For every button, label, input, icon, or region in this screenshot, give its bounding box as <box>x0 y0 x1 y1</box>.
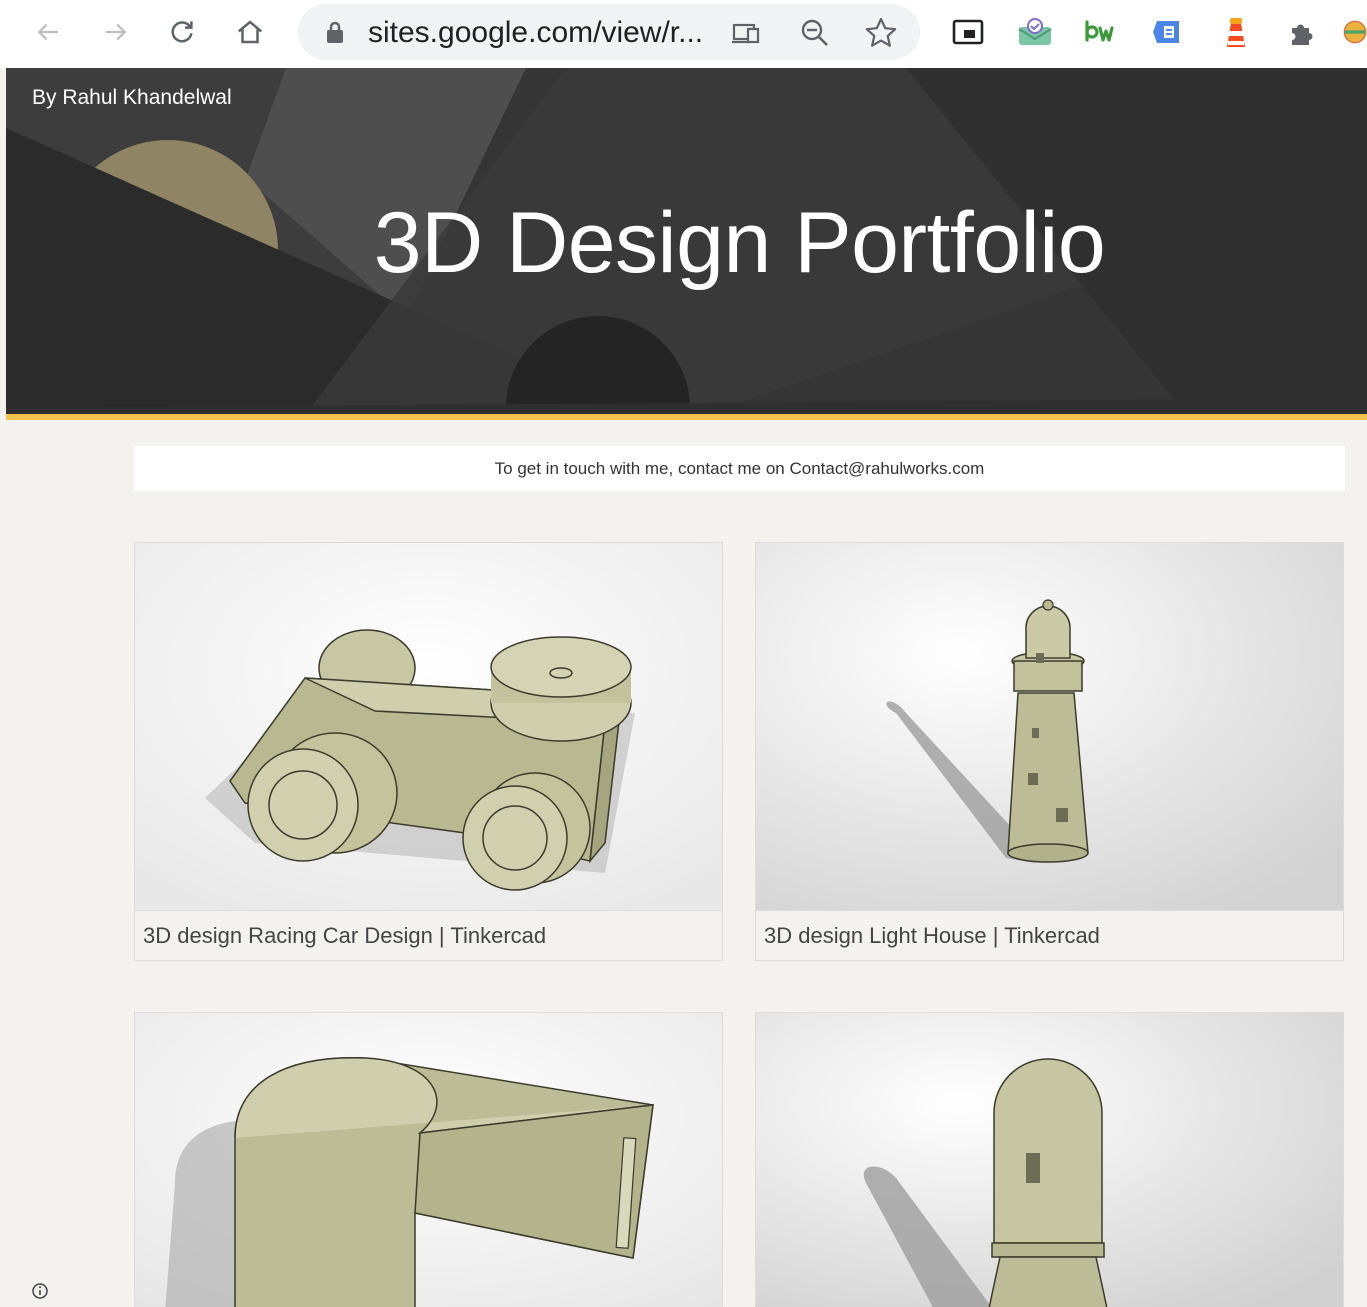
reload-icon <box>171 21 193 43</box>
bw-icon <box>1085 20 1114 42</box>
lighthouse-icon <box>1227 18 1245 47</box>
extensions-menu-button[interactable] <box>1285 14 1321 50</box>
contact-banner: To get in touch with me, contact me on C… <box>134 446 1345 491</box>
reload-button[interactable] <box>160 10 204 54</box>
racing-car-image[interactable] <box>135 543 722 910</box>
envelope-check-icon <box>1018 18 1052 45</box>
whistle-model <box>135 1013 722 1307</box>
whistle-image[interactable] <box>135 1013 722 1307</box>
portfolio-card-light-house[interactable]: 3D design Light House | Tinkercad <box>755 542 1344 961</box>
extension-reader-button[interactable] <box>1150 14 1186 50</box>
zoom-out-icon[interactable] <box>798 16 832 50</box>
portfolio-card-racing-car[interactable]: 3D design Racing Car Design | Tinkercad <box>134 542 723 961</box>
reader-icon <box>1153 21 1179 43</box>
extension-icon <box>1292 24 1313 45</box>
extension-meet-button[interactable] <box>1017 14 1053 50</box>
home-icon <box>237 20 263 44</box>
forward-icon <box>106 23 127 41</box>
lighthouse-detail-model <box>756 1013 1343 1307</box>
lock-icon <box>327 21 343 43</box>
info-icon[interactable] <box>30 1281 50 1301</box>
accent-divider <box>6 414 1367 420</box>
extension-lighthouse-button[interactable] <box>1218 14 1254 50</box>
light-house-model <box>756 543 1343 910</box>
browser-toolbar: sites.google.com/view/r... <box>0 0 1367 68</box>
light-house-image[interactable] <box>756 543 1343 910</box>
page-title: 3D Design Portfolio <box>373 195 1106 291</box>
cast-icon[interactable] <box>730 16 764 50</box>
avatar-icon <box>1343 20 1367 44</box>
forward-button[interactable] <box>94 10 138 54</box>
lighthouse-detail-image[interactable] <box>756 1013 1343 1307</box>
racing-car-model <box>135 543 722 910</box>
card-caption[interactable]: 3D design Light House | Tinkercad <box>756 910 1343 960</box>
home-button[interactable] <box>228 10 272 54</box>
profile-avatar[interactable] <box>1343 14 1367 50</box>
hero-banner: By Rahul Khandelwal 3D Design Portfolio <box>6 68 1367 414</box>
portfolio-card-whistle[interactable] <box>134 1012 723 1307</box>
hero-author: By Rahul Khandelwal <box>32 86 232 109</box>
url-text: sites.google.com/view/r... <box>368 16 704 49</box>
picture-in-picture-button[interactable] <box>950 14 986 50</box>
card-caption[interactable]: 3D design Racing Car Design | Tinkercad <box>135 910 722 960</box>
extension-bw-button[interactable] <box>1083 14 1119 50</box>
picture-in-picture-icon <box>952 19 984 45</box>
back-button[interactable] <box>26 10 70 54</box>
address-bar[interactable]: sites.google.com/view/r... <box>298 4 920 60</box>
back-icon <box>37 23 58 41</box>
page: By Rahul Khandelwal 3D Design Portfolio … <box>6 68 1367 1307</box>
portfolio-card-lighthouse-detail[interactable] <box>755 1012 1344 1307</box>
star-icon[interactable] <box>864 16 898 50</box>
